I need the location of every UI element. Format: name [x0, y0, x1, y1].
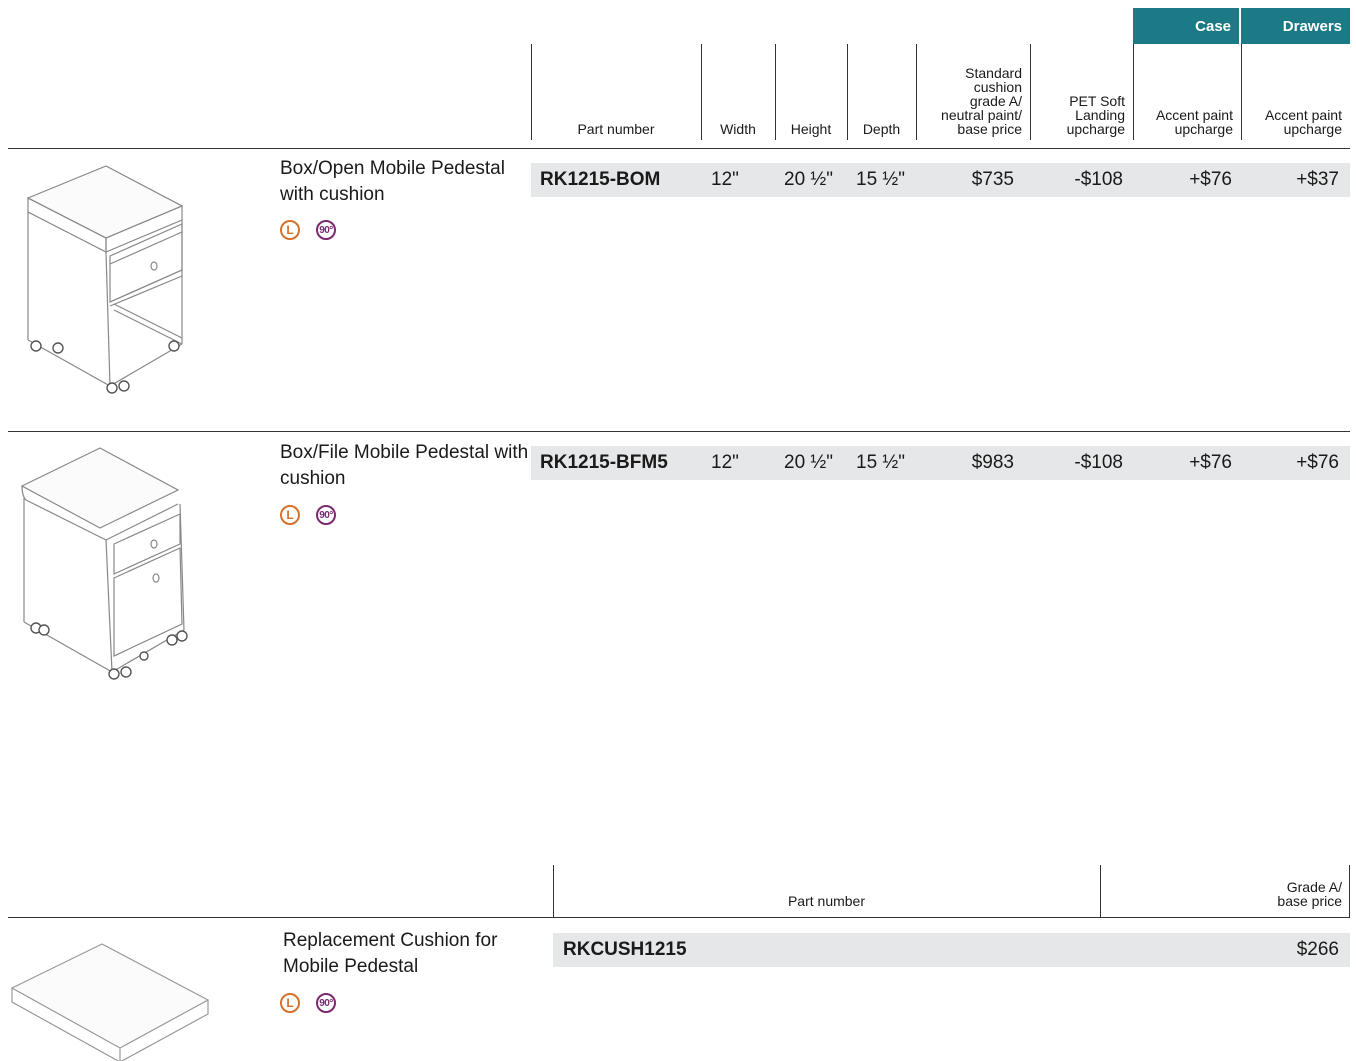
- pet-upcharge-cell: -$108: [1074, 169, 1123, 190]
- l-badge-icon: L: [280, 993, 300, 1013]
- column-divider: [1349, 865, 1350, 917]
- cushion-icon: [10, 943, 210, 1061]
- base-price-cell: $983: [971, 452, 1014, 473]
- header-rule: [8, 917, 1350, 918]
- pet-upcharge-cell: -$108: [1074, 452, 1123, 473]
- col-header-part-number: Part number: [787, 893, 866, 909]
- l-badge-icon: L: [280, 505, 300, 525]
- col-header-pet-upcharge: PET Soft Landing upcharge: [1066, 93, 1125, 137]
- header-rule: [8, 148, 1350, 149]
- group-header-case: Case: [1133, 8, 1239, 44]
- product-name: Box/Open Mobile Pedestal with cushion: [280, 158, 505, 205]
- product-name: Box/File Mobile Pedestal with cushion: [280, 442, 529, 489]
- width-cell: 12": [711, 452, 739, 473]
- part-number-cell: RKCUSH1215: [563, 939, 687, 960]
- drawers-accent-cell: +$37: [1296, 169, 1339, 190]
- col-header-width: Width: [720, 121, 756, 137]
- col-header-drawers-accent: Accent paint upcharge: [1264, 107, 1342, 137]
- case-accent-cell: +$76: [1189, 169, 1232, 190]
- 90-degree-badge-icon: 90°: [316, 993, 336, 1013]
- product-name: Replacement Cushion for Mobile Pedestal: [283, 930, 498, 977]
- col-header-grade-a-price: Grade A/ base price: [1277, 879, 1342, 909]
- col-header-height: Height: [790, 121, 832, 137]
- base-price-cell: $735: [971, 169, 1014, 190]
- l-badge-icon: L: [280, 220, 300, 240]
- column-divider: [553, 865, 554, 917]
- box-file-pedestal-icon: [20, 447, 188, 680]
- col-header-base-price: Standard cushion grade A/ neutral paint/…: [941, 65, 1022, 137]
- depth-cell: 15 ½": [856, 169, 906, 190]
- row-rule: [8, 431, 1350, 432]
- col-header-part-number: Part number: [577, 121, 655, 137]
- height-cell: 20 ½": [784, 452, 834, 473]
- part-number-cell: RK1215-BFM5: [540, 452, 668, 473]
- col-header-case-accent: Accent paint upcharge: [1155, 107, 1233, 137]
- 90-degree-badge-icon: 90°: [316, 505, 336, 525]
- col-header-depth: Depth: [862, 121, 901, 137]
- case-accent-cell: +$76: [1189, 452, 1232, 473]
- price-cell: $266: [1296, 939, 1339, 960]
- depth-cell: 15 ½": [856, 452, 906, 473]
- group-header-drawers: Drawers: [1241, 8, 1350, 44]
- height-cell: 20 ½": [784, 169, 834, 190]
- width-cell: 12": [711, 169, 739, 190]
- box-open-pedestal-icon: [26, 165, 184, 394]
- drawers-accent-cell: +$76: [1296, 452, 1339, 473]
- 90-degree-badge-icon: 90°: [316, 220, 336, 240]
- part-number-cell: RK1215-BOM: [540, 169, 661, 190]
